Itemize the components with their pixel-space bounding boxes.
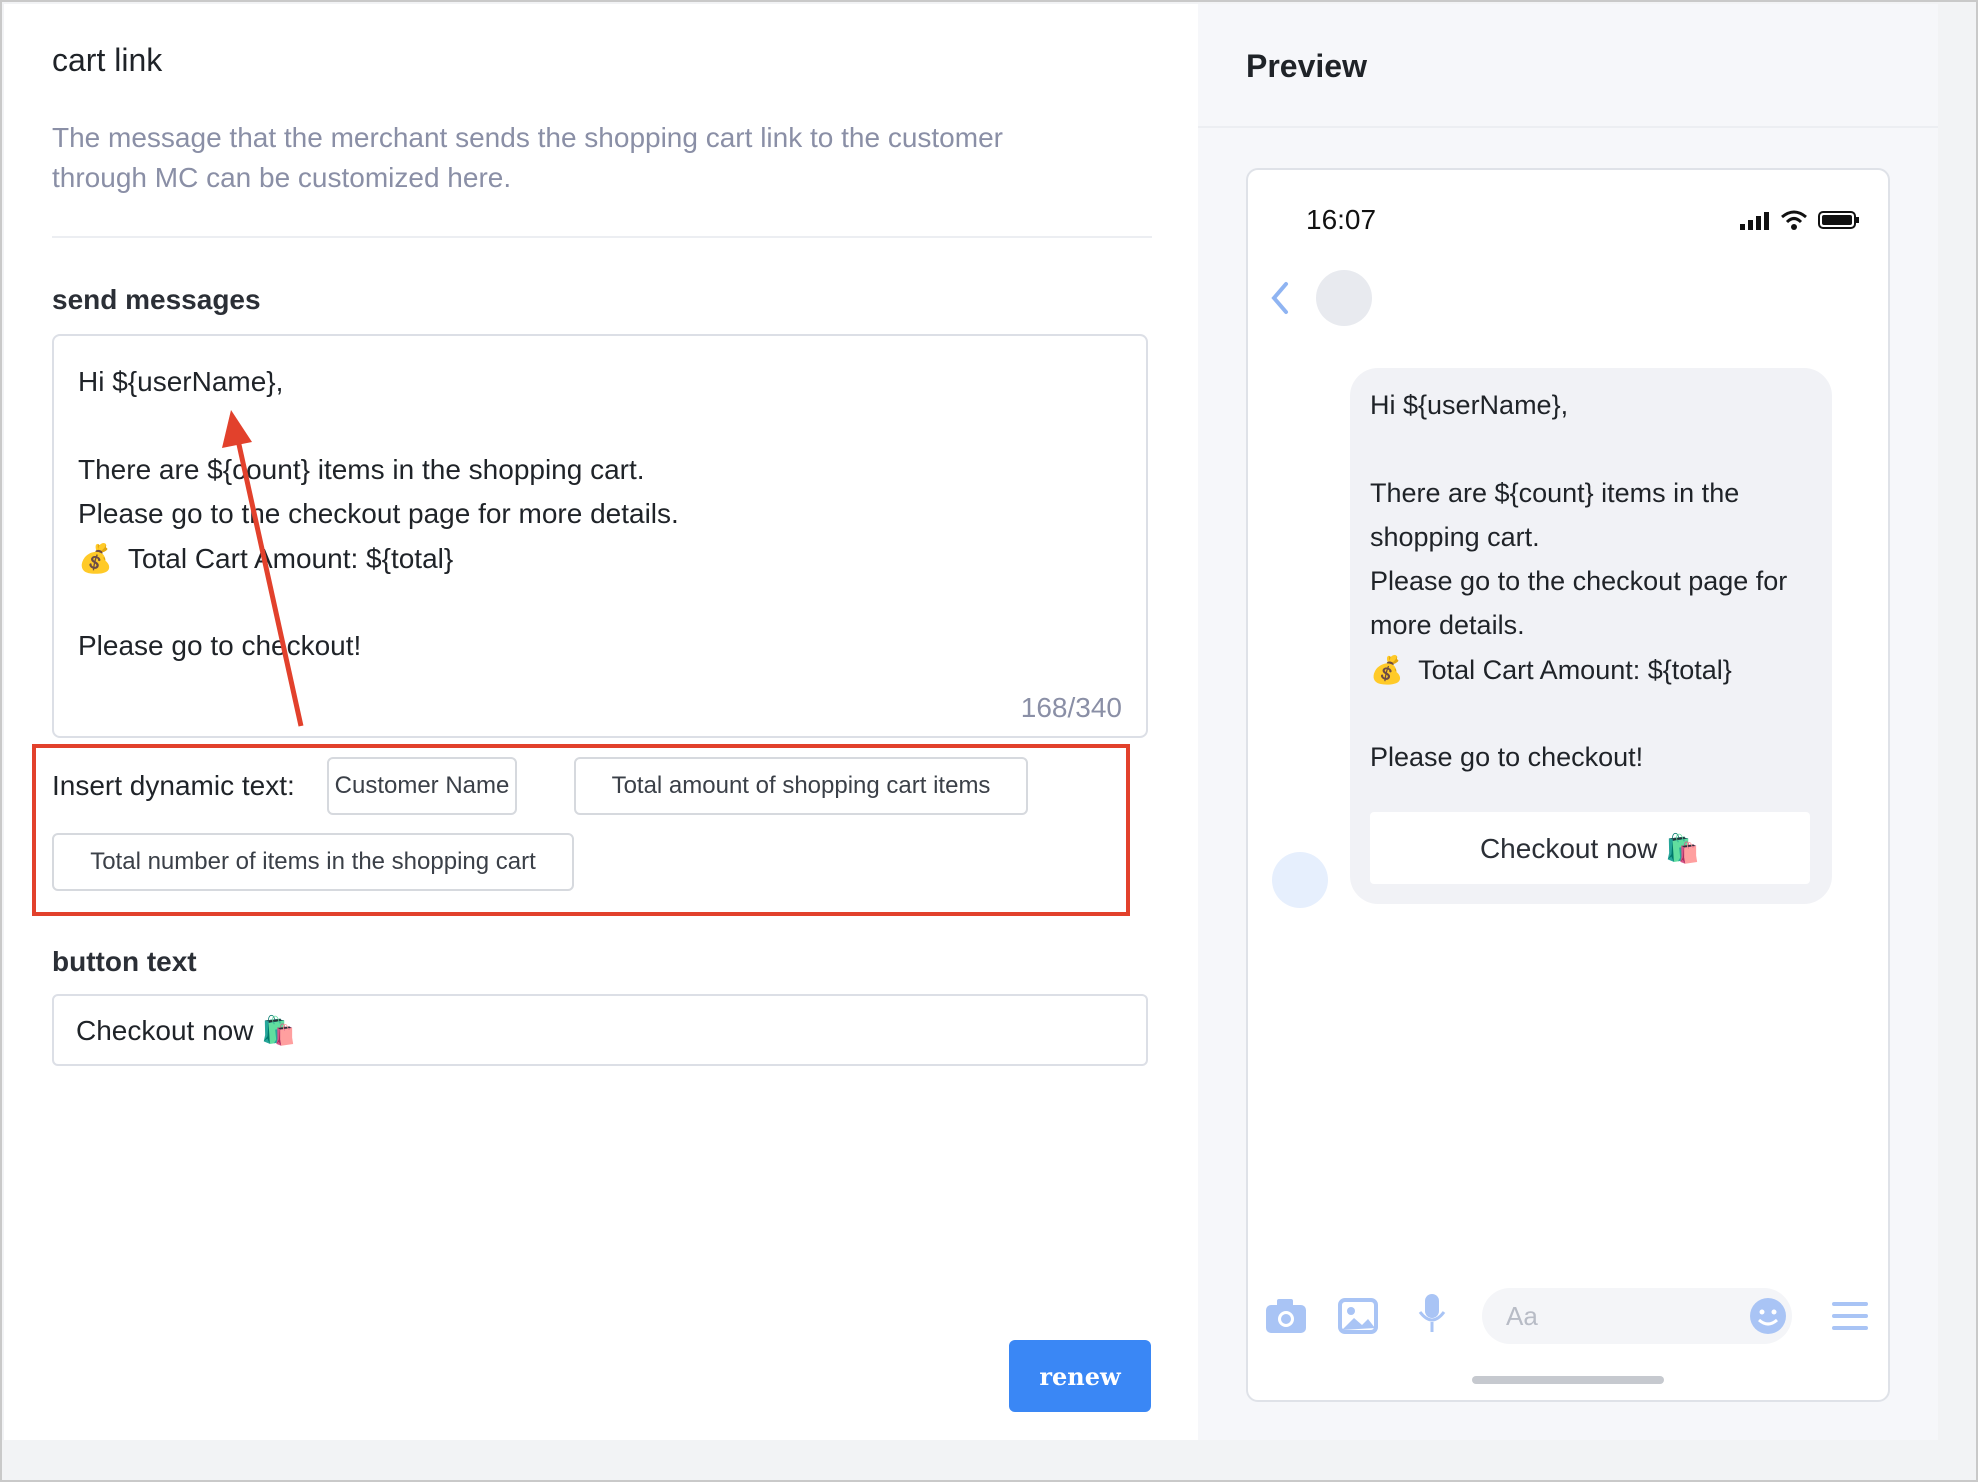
message-line: 💰 Total Cart Amount: ${total} (78, 543, 454, 574)
signal-icon (1740, 212, 1769, 230)
renew-button[interactable]: renew (1009, 1340, 1151, 1412)
divider (1198, 126, 1938, 128)
message-line: Hi ${userName}, (78, 366, 284, 397)
status-icons (1740, 210, 1860, 230)
message-textarea[interactable]: Hi ${userName}, There are ${count} items… (52, 334, 1148, 738)
sender-avatar (1272, 852, 1328, 908)
char-counter: 168/340 (1020, 692, 1122, 723)
bubble-line: Please go to the checkout page for (1370, 566, 1788, 596)
microphone-icon[interactable] (1416, 1292, 1448, 1336)
status-time: 16:07 (1306, 204, 1377, 235)
camera-icon[interactable] (1264, 1296, 1308, 1336)
contact-avatar (1316, 270, 1372, 326)
chat-input-bar: Aa (1248, 1288, 1888, 1348)
menu-icon[interactable] (1830, 1300, 1870, 1332)
bubble-line: 💰 Total Cart Amount: ${total} (1370, 655, 1732, 685)
message-line: There are ${count} items in the shopping… (78, 454, 645, 485)
page-description: The message that the merchant sends the … (52, 118, 1112, 198)
home-indicator (1472, 1376, 1664, 1384)
image-icon[interactable] (1338, 1296, 1378, 1336)
bubble-line: shopping cart. (1370, 522, 1540, 552)
bubble-checkout-button[interactable]: Checkout now 🛍️ (1370, 812, 1810, 884)
bubble-line: more details. (1370, 610, 1525, 640)
message-line: Please go to checkout! (78, 630, 362, 661)
button-text-input[interactable]: Checkout now 🛍️ (52, 994, 1148, 1066)
preview-panel: Preview 16:07 Hi ${userName}, There are … (1198, 4, 1938, 1440)
description-line: The message that the merchant sends the … (52, 122, 1003, 153)
page-title: cart link (52, 42, 163, 78)
button-text-label: button text (52, 946, 197, 977)
annotation-highlight-box (32, 744, 1130, 916)
battery-icon (1818, 211, 1859, 229)
divider (52, 236, 1152, 238)
bubble-line: Please go to checkout! (1370, 742, 1644, 772)
back-chevron-icon[interactable] (1268, 280, 1292, 316)
message-bubble: Hi ${userName}, There are ${count} items… (1350, 368, 1832, 904)
preview-title: Preview (1246, 48, 1367, 84)
message-line: Please go to the checkout page for more … (78, 498, 679, 529)
wifi-icon (1781, 210, 1807, 230)
message-input[interactable]: Aa (1482, 1288, 1792, 1344)
phone-mockup: 16:07 Hi ${userName}, There are ${count}… (1246, 168, 1890, 1402)
description-line: through MC can be customized here. (52, 162, 512, 193)
emoji-icon[interactable] (1748, 1296, 1788, 1336)
bubble-line: Hi ${userName}, (1370, 390, 1569, 420)
send-messages-label: send messages (52, 284, 261, 315)
editor-panel: cart link The message that the merchant … (4, 4, 1198, 1440)
bubble-line: There are ${count} items in the (1370, 478, 1740, 508)
